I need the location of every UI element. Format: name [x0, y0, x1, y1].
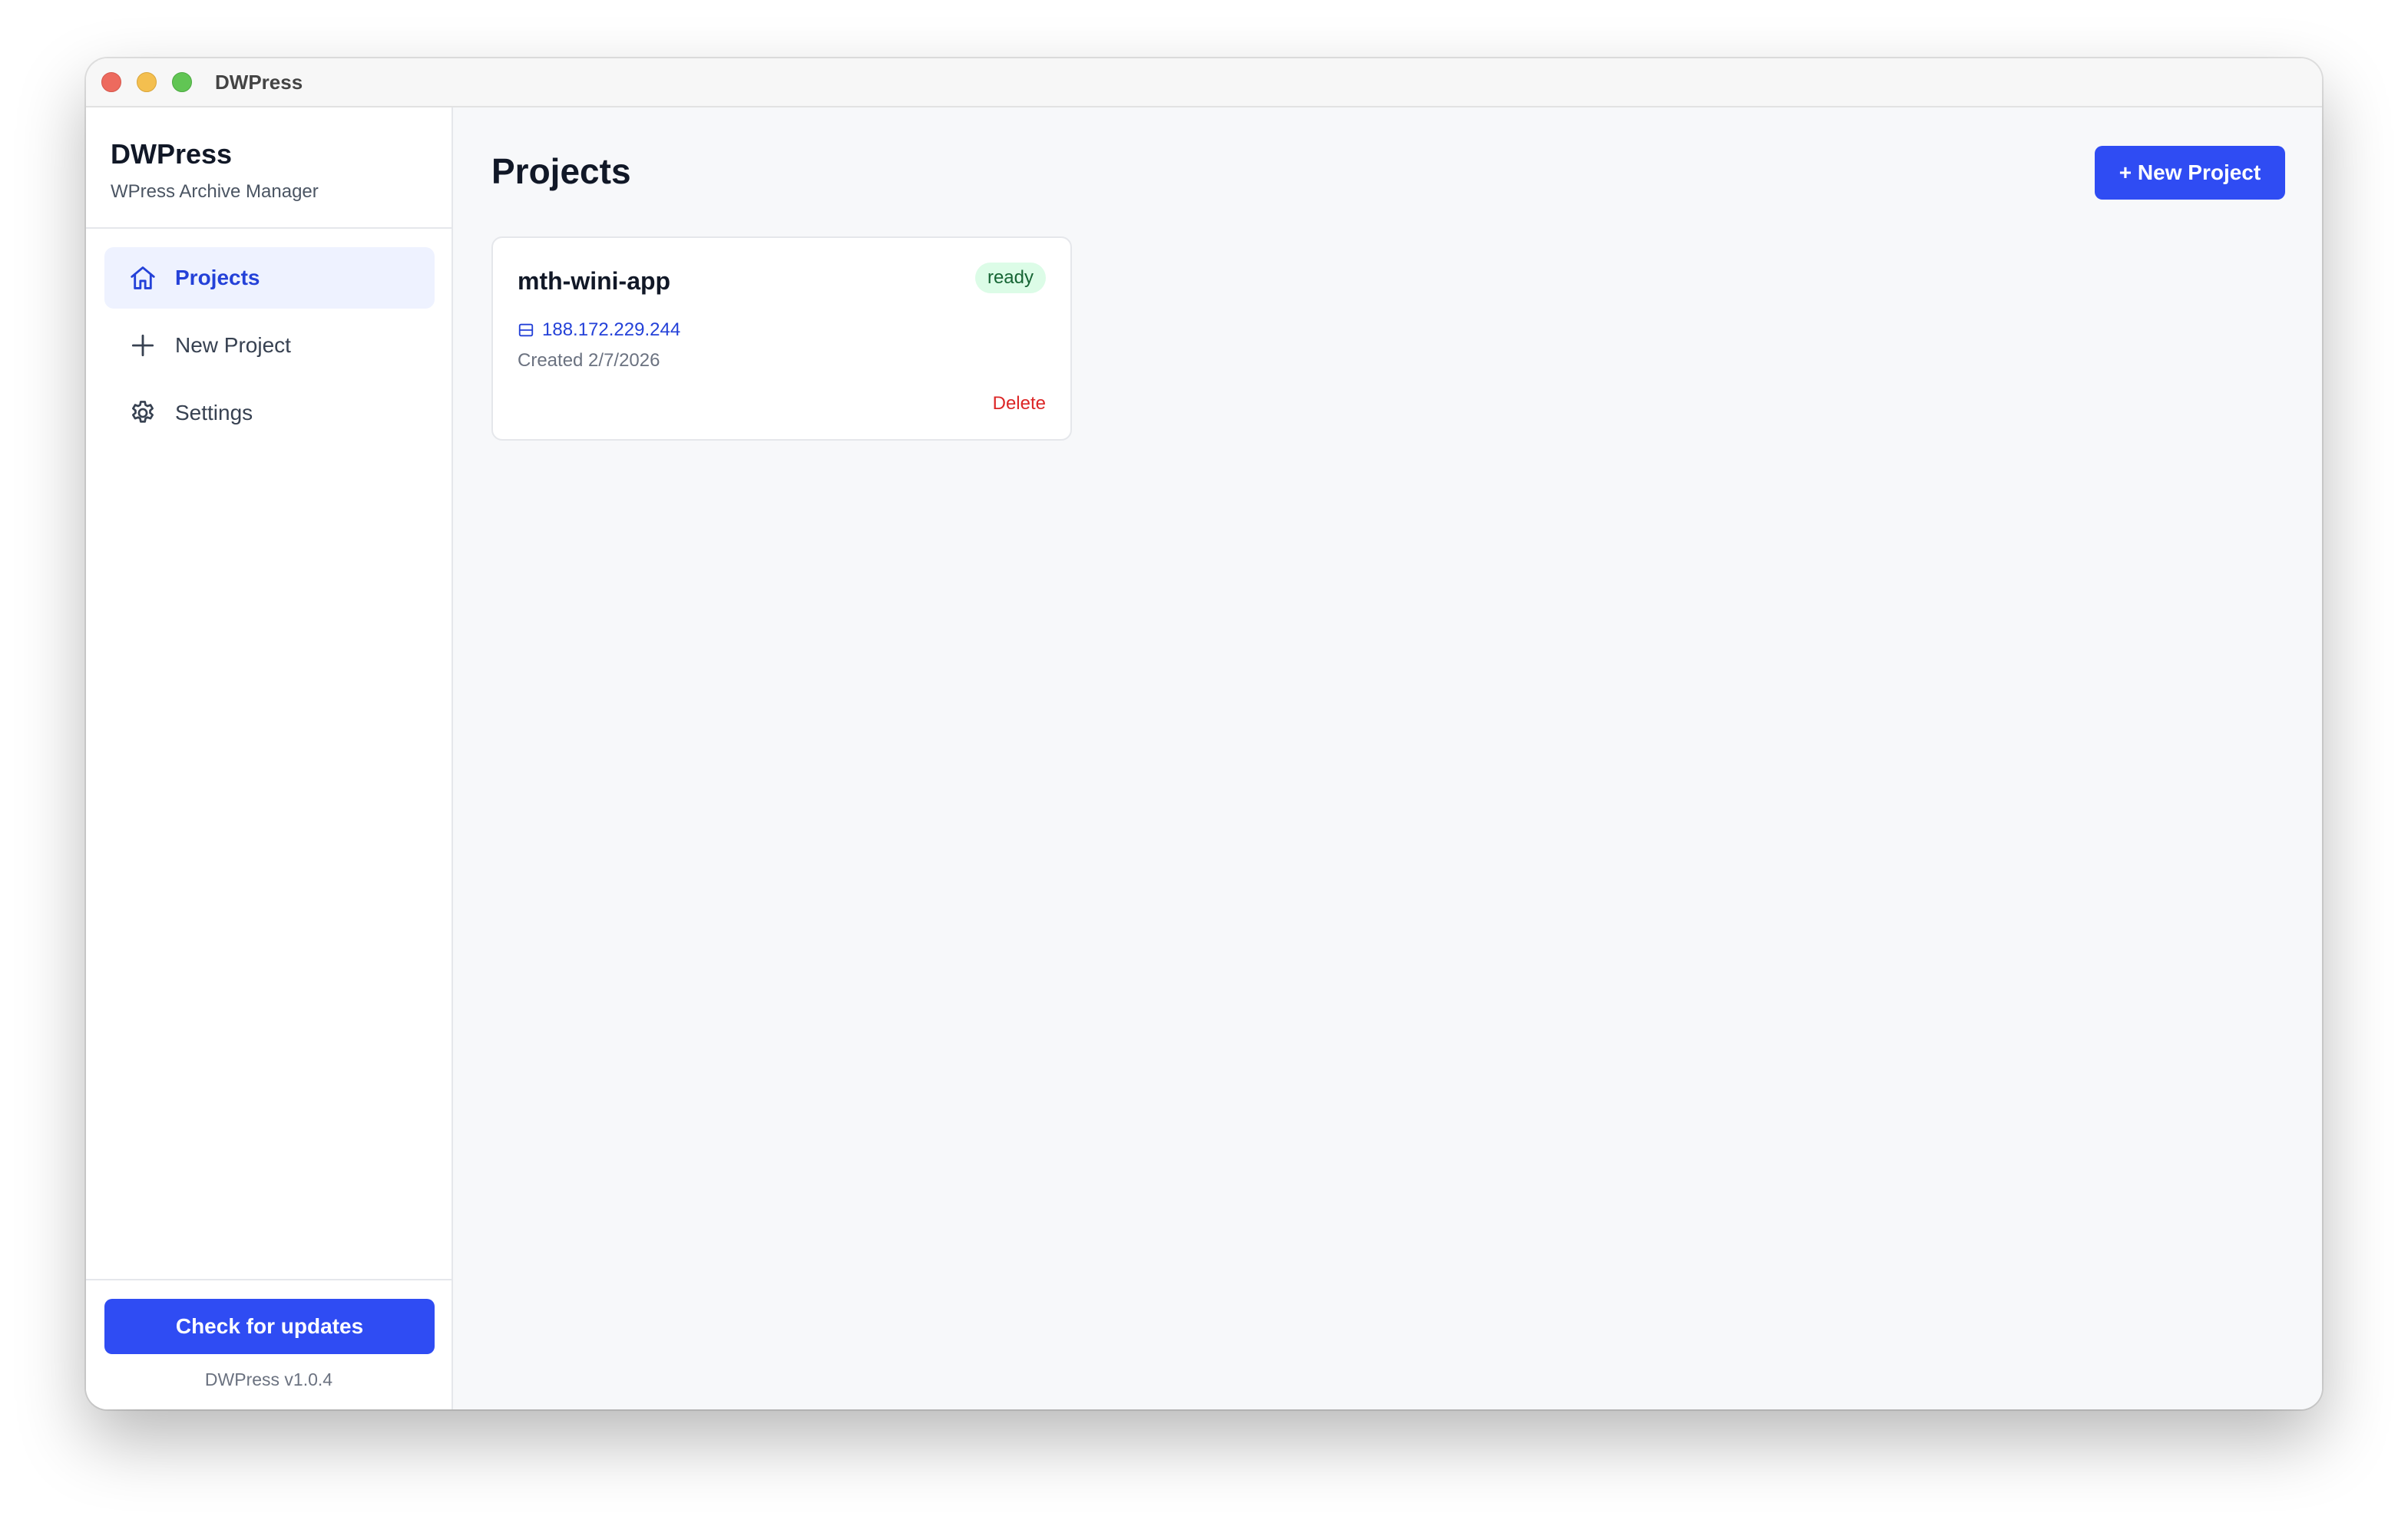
main-content: Projects + New Project mth-wini-app read… [453, 107, 2322, 1409]
delete-project-button[interactable]: Delete [993, 393, 1046, 415]
sidebar: DWPress WPress Archive Manager Projects [86, 107, 453, 1409]
project-ip: 188.172.229.244 [542, 319, 681, 340]
window-title: DWPress [215, 70, 303, 94]
sidebar-divider [86, 227, 452, 229]
page-title: Projects [491, 151, 631, 191]
app-window: DWPress DWPress WPress Archive Manager P… [86, 58, 2322, 1409]
sidebar-nav: Projects New Project Settings [104, 247, 435, 450]
brand: DWPress WPress Archive Manager [111, 138, 319, 203]
maximize-window-button[interactable] [172, 72, 192, 92]
brand-name: DWPress [111, 138, 233, 170]
new-project-button[interactable]: + New Project [2095, 146, 2285, 200]
project-created-date: Created 2/7/2026 [518, 350, 660, 371]
home-icon [127, 263, 158, 293]
sidebar-item-projects[interactable]: Projects [104, 247, 435, 309]
project-server: 188.172.229.244 [518, 319, 680, 341]
sidebar-item-new-project[interactable]: New Project [104, 315, 435, 376]
sidebar-footer: Check for updates DWPress v1.0.4 [86, 1279, 452, 1409]
status-badge: ready [974, 263, 1046, 293]
title-bar: DWPress [86, 58, 2322, 107]
check-updates-button[interactable]: Check for updates [104, 1299, 435, 1354]
version-label: DWPress v1.0.4 [204, 1369, 333, 1389]
minimize-window-button[interactable] [137, 72, 157, 92]
sidebar-item-settings[interactable]: Settings [104, 382, 435, 444]
window-controls [101, 72, 192, 92]
brand-subtitle: WPress Archive Manager [111, 181, 319, 202]
gear-icon [127, 398, 158, 428]
sidebar-item-label: Projects [175, 266, 260, 289]
project-card[interactable]: mth-wini-app ready 188.172.229.244 Creat… [491, 236, 1072, 441]
project-name: mth-wini-app [518, 267, 671, 295]
sidebar-item-label: New Project [175, 333, 291, 357]
close-window-button[interactable] [101, 72, 121, 92]
server-icon [518, 323, 534, 337]
sidebar-item-label: Settings [175, 401, 253, 425]
plus-icon [127, 330, 158, 361]
